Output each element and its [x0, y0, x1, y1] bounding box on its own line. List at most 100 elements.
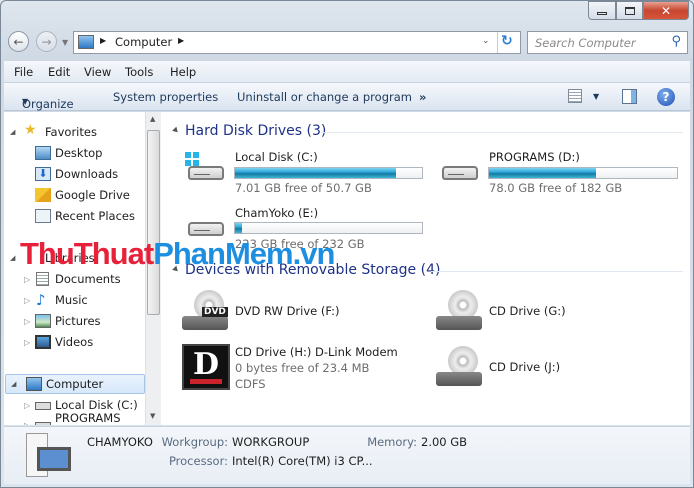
computer-icon [78, 35, 94, 49]
monitor-icon [37, 447, 71, 471]
nav-label: Downloads [55, 167, 119, 181]
change-view-icon[interactable] [568, 89, 582, 103]
view-options-dropdown[interactable]: ▼ [593, 92, 599, 101]
collapse-group-icon[interactable] [172, 126, 180, 135]
expand-arrow-icon[interactable]: ▷ [24, 317, 30, 326]
details-pane: CHAMYOKO Workgroup: WORKGROUP Memory: 2.… [4, 426, 690, 484]
expand-arrow-icon[interactable]: ◢ [10, 254, 15, 262]
computer-icon [26, 377, 42, 391]
breadcrumb-computer[interactable]: Computer [115, 35, 172, 49]
group-divider [321, 132, 683, 133]
workgroup-label: Workgroup: [161, 435, 228, 449]
forward-button[interactable]: → [36, 31, 57, 52]
nav-computer[interactable]: ◢ Computer [5, 374, 145, 394]
menu-edit[interactable]: Edit [48, 65, 70, 79]
windows-logo-icon [185, 152, 199, 166]
nav-item-google-drive[interactable]: Google Drive [4, 185, 145, 205]
nav-label: Computer [46, 377, 104, 391]
close-button[interactable]: ✕ [643, 1, 689, 20]
nav-label: Videos [55, 335, 94, 349]
memory-value: 2.00 GB [421, 435, 468, 449]
group-header-hard-disks[interactable]: Hard Disk Drives (3) [185, 123, 326, 139]
menu-help[interactable]: Help [170, 65, 196, 79]
drive-free-space: 78.0 GB free of 182 GB [489, 181, 623, 195]
menu-tools[interactable]: Tools [125, 65, 153, 79]
computer-name: CHAMYOKO [87, 435, 153, 449]
command-bar: Organize ▼ System properties Uninstall o… [4, 83, 690, 111]
expand-arrow-icon[interactable]: ▷ [24, 338, 30, 347]
drive-usage-bar [234, 167, 423, 179]
nav-label: Music [55, 293, 88, 307]
watermark: ThuThuatPhanMem.vn [20, 236, 335, 271]
desktop-icon [35, 146, 51, 160]
maximize-button[interactable] [616, 1, 643, 20]
maximize-icon [624, 6, 635, 15]
back-arrow-icon: ← [13, 34, 24, 49]
recent-places-icon [35, 209, 51, 223]
scroll-down-icon[interactable]: ▼ [150, 412, 155, 420]
breadcrumb-arrow-icon[interactable]: ▶ [178, 36, 184, 45]
address-bar[interactable]: ▶ Computer ▶ ⌄ ↻ [73, 31, 521, 54]
device-filesystem: CDFS [235, 377, 266, 391]
uninstall-program-button[interactable]: Uninstall or change a program [237, 90, 412, 104]
drive-usage-bar [488, 167, 678, 179]
nav-item-pictures[interactable]: ▷ Pictures [4, 311, 145, 331]
hard-drive-icon [188, 166, 224, 180]
downloads-icon: ⬇ [35, 167, 51, 181]
hard-drive-icon [188, 222, 224, 236]
expand-arrow-icon[interactable]: ▷ [24, 275, 30, 284]
nav-item-desktop[interactable]: Desktop [4, 143, 145, 163]
address-history-dropdown[interactable]: ⌄ [482, 36, 490, 46]
nav-item-videos[interactable]: ▷ Videos [4, 332, 145, 352]
workgroup-value: WORKGROUP [232, 435, 310, 449]
scroll-up-icon[interactable]: ▲ [150, 115, 155, 123]
star-icon: ★ [24, 122, 37, 138]
nav-item-recent-places[interactable]: Recent Places [4, 206, 145, 226]
device-name: CD Drive (H:) D-Link Modem [235, 345, 398, 359]
nav-label: Recent Places [55, 209, 135, 223]
cd-drive-icon [436, 290, 482, 332]
forward-arrow-icon: → [41, 34, 52, 49]
chevron-down-icon: ▼ [22, 97, 29, 106]
hard-drive-icon [442, 166, 478, 180]
documents-icon [36, 272, 49, 286]
scrollbar-thumb[interactable] [147, 130, 160, 315]
more-commands-button[interactable]: » [419, 90, 426, 104]
breadcrumb-arrow-icon[interactable]: ▶ [100, 36, 106, 45]
usage-fill [235, 223, 243, 233]
preview-pane-icon[interactable] [622, 89, 637, 104]
system-properties-button[interactable]: System properties [113, 90, 218, 104]
minimize-button[interactable] [588, 1, 616, 20]
pictures-icon [35, 314, 51, 328]
nav-item-downloads[interactable]: ⬇ Downloads [4, 164, 145, 184]
recent-pages-dropdown[interactable]: ▼ [62, 38, 68, 47]
nav-item-programs-d[interactable]: ▷ PROGRAMS (D:) [4, 411, 145, 426]
nav-item-music[interactable]: ▷ ♪ Music [4, 290, 145, 310]
back-button[interactable]: ← [8, 31, 29, 52]
refresh-icon[interactable]: ↻ [501, 33, 513, 49]
menu-view[interactable]: View [84, 65, 111, 79]
expand-arrow-icon[interactable]: ▷ [24, 421, 30, 426]
drive-icon [35, 422, 51, 425]
device-name: CD Drive (G:) [489, 304, 566, 318]
drive-name: PROGRAMS (D:) [489, 150, 580, 164]
processor-label: Processor: [168, 454, 228, 468]
search-icon[interactable]: ⚲ [671, 34, 681, 49]
expand-arrow-icon[interactable]: ◢ [10, 128, 15, 136]
menu-file[interactable]: File [14, 65, 33, 79]
videos-icon [35, 335, 51, 349]
search-input[interactable]: Search Computer ⚲ [527, 31, 688, 54]
memory-label: Memory: [367, 435, 417, 449]
divider [497, 32, 498, 53]
expand-arrow-icon[interactable]: ◢ [11, 380, 16, 388]
expand-arrow-icon[interactable]: ▷ [24, 401, 30, 410]
nav-favorites[interactable]: ◢ ★ Favorites [4, 122, 145, 142]
cd-drive-icon [436, 346, 482, 388]
expand-arrow-icon[interactable]: ▷ [24, 296, 30, 305]
nav-label: Local Disk (C:) [55, 398, 138, 412]
device-free-space: 0 bytes free of 23.4 MB [235, 361, 370, 375]
help-icon[interactable]: ? [657, 88, 675, 106]
dvd-label: DVD [202, 307, 228, 317]
nav-item-documents[interactable]: ▷ Documents [4, 269, 145, 289]
nav-label: Desktop [55, 146, 103, 160]
